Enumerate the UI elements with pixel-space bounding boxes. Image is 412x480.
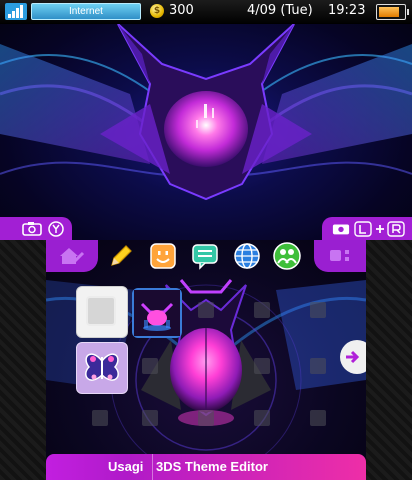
l-plus-r-buttons-icon [354,221,405,237]
signal-strength-icon [5,3,27,20]
date-display: 4/09 (Tue) [247,3,313,18]
helmet-thumbnail-icon [134,290,180,336]
top-toolbar [46,240,366,272]
chat-icon[interactable] [190,241,220,271]
empty-slot[interactable] [254,302,270,318]
empty-slot[interactable] [254,410,270,426]
camera-icon [332,224,350,235]
game-card-app-icon[interactable] [76,286,128,338]
butterfly-icon [85,353,119,381]
empty-slot[interactable] [142,358,158,374]
y-button-icon [48,221,64,237]
software-banner: Usagi 3DS Theme Editor [46,454,366,480]
friends-icon[interactable] [272,241,302,271]
empty-slot[interactable] [198,302,214,318]
right-bezel [366,240,412,480]
battery-icon [376,4,409,20]
top-screen: Internet $ 300 4/09 (Tue) 19:23 [0,0,412,240]
play-coin-icon: $ [150,4,164,18]
home-menu: Usagi 3DS Theme Editor [46,240,366,480]
banner-author: Usagi [108,459,144,474]
internet-connection-indicator: Internet [31,3,141,20]
clock-display: 19:23 [328,3,366,18]
empty-slot[interactable] [142,410,158,426]
arrow-right-icon [346,350,360,364]
bottom-screen: Usagi 3DS Theme Editor [0,240,412,480]
empty-slot[interactable] [310,410,326,426]
empty-slot[interactable] [310,358,326,374]
grid-view-icon [330,250,349,261]
smiley-icon[interactable] [148,241,178,271]
left-bezel [0,240,46,480]
grid-view-button[interactable] [314,240,366,272]
globe-icon[interactable] [232,241,262,271]
play-coin-count: 300 [169,3,194,18]
home-settings-icon [60,248,85,264]
camera-icon [22,222,42,236]
pencil-icon[interactable] [106,241,136,271]
banner-title: 3DS Theme Editor [156,459,268,474]
empty-slot[interactable] [198,410,214,426]
butterfly-app-icon[interactable] [76,342,128,394]
home-settings-button[interactable] [46,240,98,272]
status-bar: Internet $ 300 4/09 (Tue) 19:23 [0,0,412,24]
blank-card-icon [86,296,116,326]
selected-theme-app-icon[interactable] [132,288,182,338]
battery-level-fill [379,7,399,17]
empty-slot[interactable] [310,302,326,318]
theme-artwork-top [0,24,412,201]
camera-shortcut-tab[interactable] [0,217,72,240]
empty-slot[interactable] [92,410,108,426]
scroll-right-button[interactable] [340,340,366,374]
empty-slot[interactable] [254,358,270,374]
banner-divider [152,454,153,480]
screenshot-shortcut-tab[interactable] [322,217,412,240]
